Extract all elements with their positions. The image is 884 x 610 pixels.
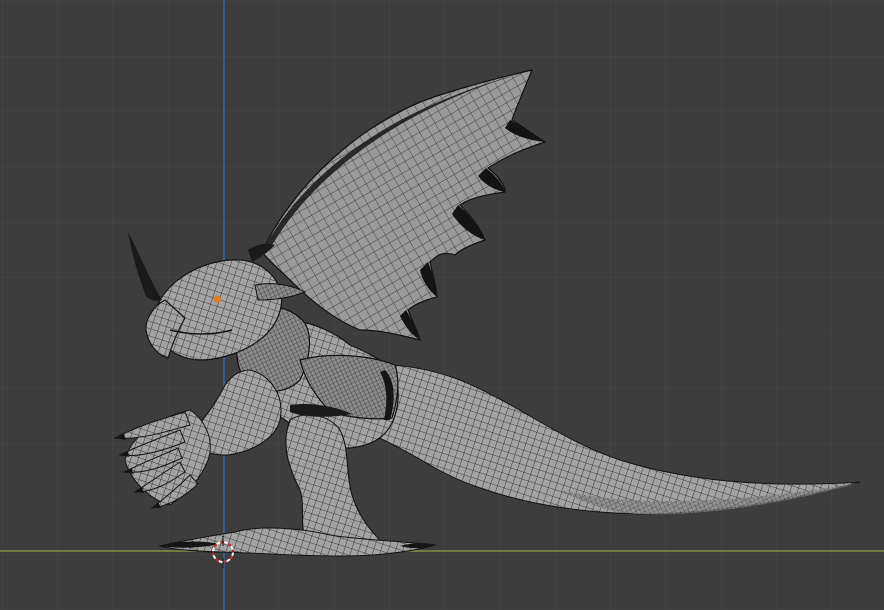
grid-floor bbox=[0, 0, 884, 610]
eye-icon bbox=[213, 295, 221, 303]
viewport-canvas[interactable] bbox=[0, 0, 884, 610]
3d-viewport[interactable] bbox=[0, 0, 884, 610]
